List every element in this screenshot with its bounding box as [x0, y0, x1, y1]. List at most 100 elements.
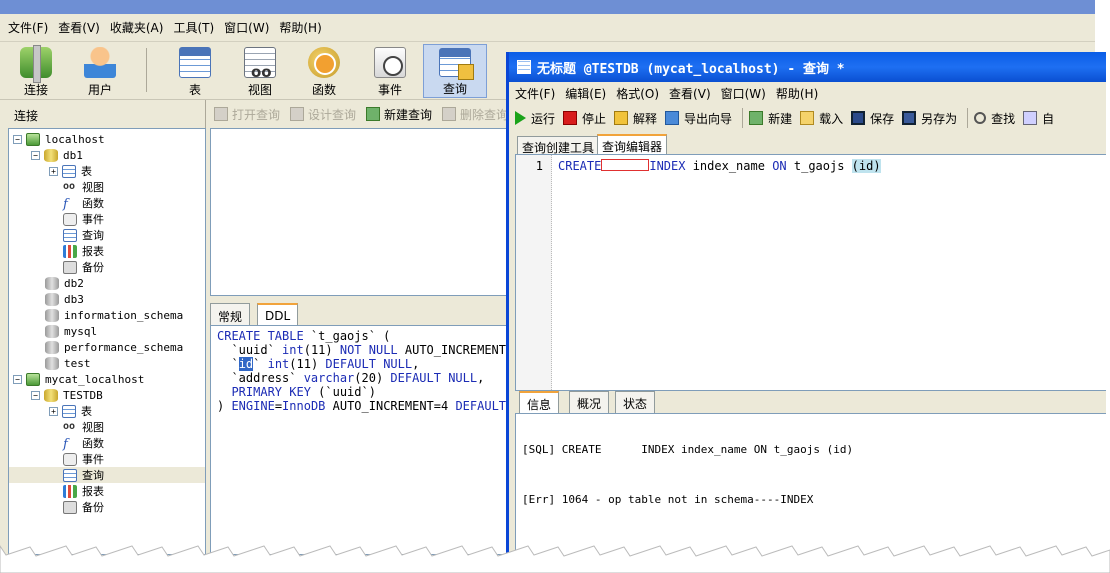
query-menu-help[interactable]: 帮助(H): [776, 85, 818, 102]
tab-profile[interactable]: 概况: [569, 391, 610, 413]
connect-button[interactable]: 连接: [4, 44, 68, 98]
tree-node-test[interactable]: test: [45, 355, 91, 371]
collapse-toggle[interactable]: −: [13, 374, 22, 384]
menu-view[interactable]: 查看(V): [58, 19, 100, 36]
sql-code-line: CREATE INDEX index_name ON t_gaojs (id): [558, 159, 881, 173]
tree-node-db1-backups[interactable]: 备份: [63, 259, 104, 275]
table-button[interactable]: 表: [163, 44, 227, 98]
tree-node-db1-queries[interactable]: 查询: [63, 227, 104, 243]
tree-node-mycat-localhost[interactable]: − mycat_localhost: [13, 371, 144, 387]
collapse-toggle[interactable]: −: [13, 134, 22, 144]
load-button[interactable]: 载入: [800, 110, 843, 127]
find-button[interactable]: 查找: [974, 110, 1015, 127]
tree-node-performance-schema[interactable]: performance_schema: [45, 339, 183, 355]
query-window-title: 无标题 @TESTDB (mycat_localhost) - 查询 *: [537, 61, 845, 77]
save-as-button[interactable]: 另存为: [902, 110, 957, 127]
tab-info[interactable]: 信息: [519, 391, 560, 414]
stop-button[interactable]: 停止: [563, 110, 606, 127]
connection-pane-header: 连接: [0, 100, 206, 128]
backup-icon: [63, 500, 77, 514]
view-button[interactable]: 视图: [228, 44, 292, 98]
connection-icon: [26, 132, 40, 146]
tab-query-builder[interactable]: 查询创建工具: [517, 136, 600, 155]
connection-tree[interactable]: − localhost − db1 + 表 oo 视图 f 函数 事件 查询 报…: [8, 128, 206, 555]
collapse-toggle[interactable]: −: [31, 150, 40, 160]
query-button[interactable]: 查询: [423, 44, 487, 98]
menu-favorites[interactable]: 收藏夹(A): [110, 19, 164, 36]
tree-node-testdb-views[interactable]: oo 视图: [63, 419, 104, 435]
tree-node-testdb-queries[interactable]: 查询: [9, 467, 205, 483]
query-menu-file[interactable]: 文件(F): [515, 85, 555, 102]
user-button[interactable]: 用户: [68, 44, 132, 98]
collapse-toggle[interactable]: −: [31, 390, 40, 400]
new-button[interactable]: 新建: [749, 110, 792, 127]
tree-node-testdb-events[interactable]: 事件: [63, 451, 104, 467]
query-window-title-bar[interactable]: 无标题 @TESTDB (mycat_localhost) - 查询 *: [509, 52, 1106, 82]
table-icon: [179, 47, 211, 78]
tree-node-mysql[interactable]: mysql: [45, 323, 97, 339]
menu-help[interactable]: 帮助(H): [279, 19, 321, 36]
function-button[interactable]: 函数: [292, 44, 356, 98]
tab-query-editor[interactable]: 查询编辑器: [597, 134, 668, 154]
query-window: 无标题 @TESTDB (mycat_localhost) - 查询 * 文件(…: [506, 52, 1106, 572]
query-menu-format[interactable]: 格式(O): [616, 85, 659, 102]
backup-icon: [63, 260, 77, 274]
explain-button[interactable]: 解释: [614, 110, 657, 127]
tree-node-testdb-backups[interactable]: 备份: [63, 499, 104, 515]
delete-query-button[interactable]: 删除查询: [442, 106, 508, 123]
connection-icon: [26, 372, 40, 386]
tree-node-testdb-tables[interactable]: + 表: [49, 403, 92, 419]
function-icon: [308, 47, 340, 78]
database-icon: [45, 324, 59, 338]
query-window-icon: [517, 60, 531, 74]
new-query-button[interactable]: 新建查询: [366, 106, 432, 123]
tree-node-testdb[interactable]: − TESTDB: [31, 387, 103, 403]
save-button[interactable]: 保存: [851, 110, 894, 127]
event-button[interactable]: 事件: [358, 44, 422, 98]
expand-toggle[interactable]: +: [49, 166, 58, 176]
tab-general[interactable]: 常规: [210, 303, 251, 325]
menu-window[interactable]: 窗口(W): [224, 19, 269, 36]
query-icon: [63, 468, 77, 482]
run-button[interactable]: 运行: [515, 110, 555, 127]
tree-node-db3[interactable]: db3: [45, 291, 84, 307]
design-query-button[interactable]: 设计查询: [290, 106, 356, 123]
tree-node-testdb-functions[interactable]: f 函数: [63, 435, 104, 452]
new-icon: [749, 111, 764, 125]
menu-tools[interactable]: 工具(T): [173, 19, 214, 36]
database-icon: [45, 292, 59, 306]
query-menu-view[interactable]: 查看(V): [669, 85, 711, 102]
ddl-viewer[interactable]: CREATE TABLE `t_gaojs` ( `uuid` int(11) …: [210, 325, 510, 555]
database-icon: [45, 340, 59, 354]
tab-status[interactable]: 状态: [615, 391, 656, 413]
ddl-line: CREATE TABLE `t_gaojs` (: [217, 329, 391, 343]
tab-ddl[interactable]: DDL: [257, 303, 299, 326]
database-icon: [45, 308, 59, 322]
tree-node-information-schema[interactable]: information_schema: [45, 307, 183, 323]
query-menu-window[interactable]: 窗口(W): [721, 85, 766, 102]
open-query-button[interactable]: 打开查询: [214, 106, 280, 123]
object-list[interactable]: [210, 128, 510, 296]
plug-icon: [20, 45, 52, 83]
view-icon: oo: [63, 180, 76, 192]
tree-node-db1-functions[interactable]: f 函数: [63, 195, 104, 212]
menu-file[interactable]: 文件(F): [8, 19, 48, 36]
expand-toggle[interactable]: +: [49, 406, 58, 416]
query-menu-edit[interactable]: 编辑(E): [565, 85, 606, 102]
tree-node-db2[interactable]: db2: [45, 275, 84, 291]
tree-node-db1-reports[interactable]: 报表: [63, 243, 104, 259]
tree-node-db1-events[interactable]: 事件: [63, 211, 104, 227]
sql-editor[interactable]: 1 CREATE INDEX index_name ON t_gaojs (id): [515, 154, 1106, 391]
tree-node-db1-tables[interactable]: + 表: [49, 163, 92, 179]
more-button[interactable]: 自: [1023, 110, 1054, 127]
tree-node-db1[interactable]: − db1: [31, 147, 83, 163]
export-wizard-button[interactable]: 导出向导: [665, 110, 732, 127]
tree-node-testdb-reports[interactable]: 报表: [63, 483, 104, 499]
save-icon: [851, 111, 866, 125]
tree-node-localhost[interactable]: − localhost: [13, 131, 105, 147]
view-icon: [244, 47, 276, 81]
tree-node-db1-views[interactable]: oo 视图: [63, 179, 104, 195]
table-icon: [62, 164, 76, 178]
design-query-icon: [290, 107, 305, 121]
open-query-icon: [214, 107, 228, 121]
